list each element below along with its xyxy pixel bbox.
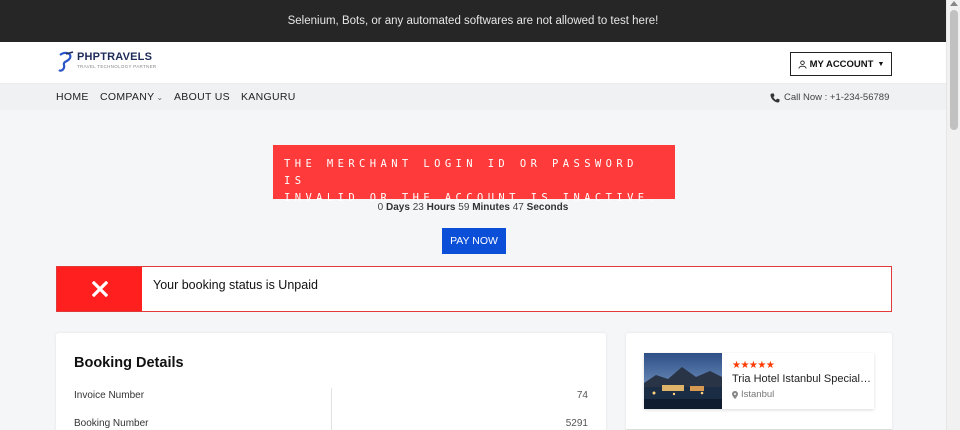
hotel-location: Istanbul <box>732 389 774 400</box>
nav-item-company[interactable]: COMPANY ⌄ <box>100 91 163 103</box>
booking-status-text: Your booking status is Unpaid <box>153 278 318 292</box>
top-warning-bar: Selenium, Bots, or any automated softwar… <box>0 0 946 42</box>
hotel-item[interactable]: ★★★★★ Tria Hotel Istanbul Special Class … <box>644 353 874 409</box>
logo-tagline: TRAVEL TECHNOLOGY PARTNER <box>77 64 157 69</box>
hotel-location-text: Istanbul <box>741 389 775 400</box>
alert-line-1: THE MERCHANT LOGIN ID OR PASSWORD IS <box>284 158 638 187</box>
logo-icon <box>58 51 74 72</box>
scroll-up-arrow-icon[interactable] <box>950 1 958 6</box>
nav-item-kanguru[interactable]: KANGURU <box>241 91 296 103</box>
my-account-label: MY ACCOUNT <box>809 58 874 70</box>
minutes-value: 59 <box>458 202 470 213</box>
nav-item-home[interactable]: HOME <box>56 91 89 103</box>
page-scrollbar[interactable] <box>946 0 960 430</box>
minutes-label: Minutes <box>472 202 510 213</box>
logo-name: PHPTRAVELS <box>77 51 153 63</box>
hotel-star-rating: ★★★★★ <box>732 360 775 371</box>
booking-details-title: Booking Details <box>74 355 184 371</box>
seconds-value: 47 <box>512 202 524 213</box>
days-label: Days <box>386 202 410 213</box>
my-account-button[interactable]: MY ACCOUNT ▼ <box>790 52 892 76</box>
call-now-text: Call Now : +1-234-56789 <box>784 92 890 103</box>
days-value: 0 <box>377 202 384 213</box>
hours-value: 23 <box>412 202 424 213</box>
nav-item-about-us[interactable]: ABOUT US <box>174 91 230 103</box>
column-divider <box>331 388 332 430</box>
seconds-label: Seconds <box>526 202 569 213</box>
map-pin-icon <box>732 390 738 399</box>
invoice-number-label: Invoice Number <box>74 390 145 401</box>
countdown-timer: 0 Days 23 Hours 59 Minutes 47 Seconds <box>0 202 946 213</box>
main-nav: HOME COMPANY ⌄ ABOUT US KANGURU Call Now … <box>0 84 946 110</box>
status-x-panel <box>57 267 142 311</box>
booking-details-card: Booking Details Invoice Number 74 Bookin… <box>56 333 606 430</box>
scrollbar-thumb[interactable] <box>950 10 958 130</box>
booking-status-box: Your booking status is Unpaid <box>56 266 892 312</box>
hotel-name[interactable]: Tria Hotel Istanbul Special Class <box>732 373 872 385</box>
user-icon <box>798 59 807 69</box>
close-icon <box>91 281 108 297</box>
hours-label: Hours <box>426 202 456 213</box>
chevron-down-icon: ⌄ <box>156 93 164 102</box>
warning-message: Selenium, Bots, or any automated softwar… <box>287 15 659 27</box>
pay-now-button[interactable]: PAY NOW <box>442 228 506 254</box>
phone-icon <box>770 93 780 103</box>
caret-down-icon: ▼ <box>877 60 885 68</box>
error-alert: THE MERCHANT LOGIN ID OR PASSWORD IS INV… <box>273 145 675 204</box>
booking-number-label: Booking Number <box>74 418 149 429</box>
logo[interactable]: PHPTRAVELS TRAVEL TECHNOLOGY PARTNER <box>57 51 156 73</box>
booking-number-value: 5291 <box>565 418 588 429</box>
hotel-image <box>644 353 722 409</box>
call-now[interactable]: Call Now : +1-234-56789 <box>770 92 889 103</box>
site-header: PHPTRAVELS TRAVEL TECHNOLOGY PARTNER MY … <box>0 42 946 84</box>
hotel-summary-card: ★★★★★ Tria Hotel Istanbul Special Class … <box>626 333 892 430</box>
nav-item-company-label: COMPANY <box>100 91 155 103</box>
invoice-number-value: 74 <box>576 390 588 401</box>
